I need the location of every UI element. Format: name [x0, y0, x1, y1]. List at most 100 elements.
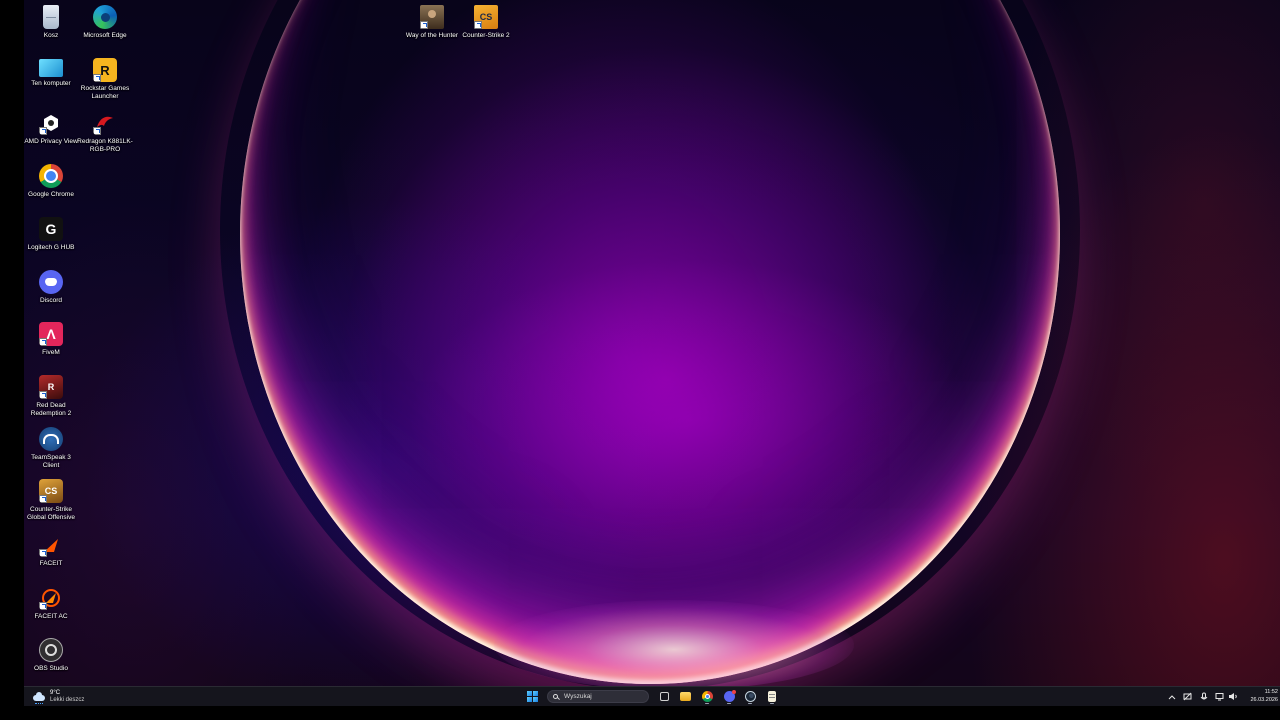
- csgo-icon: CS: [39, 479, 63, 503]
- faceit-icon: [39, 533, 63, 557]
- shortcut-arrow-icon: [39, 495, 47, 503]
- desktop-icon-label: AMD Privacy View: [24, 138, 78, 145]
- desktop-icon-way-of-the-hunter[interactable]: Way of the Hunter: [403, 2, 461, 40]
- shortcut-arrow-icon: [39, 602, 47, 610]
- file-explorer-icon: [679, 692, 691, 701]
- wallpaper-orb-highlight: [494, 600, 854, 686]
- taskbar: 9°C Lekki deszcz Wyszukaj 11:52 26.03.20…: [24, 686, 1280, 706]
- logitech-icon: G: [39, 217, 63, 241]
- chrome-icon: [701, 691, 713, 702]
- screen-bottom-border: [0, 706, 1280, 720]
- rdr2-icon: R: [39, 375, 63, 399]
- chevron-up-icon[interactable]: [1166, 691, 1177, 702]
- volume-icon[interactable]: [1227, 691, 1238, 702]
- desktop-icon-teamspeak[interactable]: TeamSpeak 3 Client: [22, 424, 80, 469]
- desktop-icon-google-chrome[interactable]: Google Chrome: [22, 161, 80, 199]
- wallpaper: [24, 0, 1280, 686]
- desktop-icon-redragon[interactable]: Redragon K881LK-RGB-PRO: [76, 108, 134, 153]
- weather-description: Lekki deszcz: [50, 696, 85, 703]
- discord-icon: [723, 690, 736, 702]
- taskbar-app-discord[interactable]: [721, 689, 737, 704]
- weather-text: 9°C Lekki deszcz: [50, 690, 84, 704]
- chrome-icon: [39, 164, 63, 188]
- desktop-icon-csgo[interactable]: CS Counter-Strike Global Offensive: [22, 476, 80, 521]
- start-button[interactable]: [524, 689, 540, 704]
- redragon-icon: [93, 111, 117, 135]
- desktop-icon-label: Counter-Strike Global Offensive: [27, 506, 75, 521]
- desktop-icon-label: TeamSpeak 3 Client: [31, 454, 71, 469]
- teamspeak-icon: [39, 427, 63, 451]
- network-icon[interactable]: [1182, 691, 1193, 702]
- windows-start-icon: [526, 691, 538, 702]
- desktop-icon-fivem[interactable]: Λ FiveM: [22, 319, 80, 357]
- monitor-icon: [39, 59, 63, 77]
- rockstar-icon: R: [93, 58, 117, 82]
- fivem-icon: Λ: [39, 322, 63, 346]
- desktop-icon-rockstar-games-launcher[interactable]: R Rockstar Games Launcher: [76, 55, 134, 100]
- amd-privacy-icon: [39, 111, 63, 135]
- discord-icon: [39, 270, 63, 294]
- desktop-icon-label: Google Chrome: [28, 191, 74, 198]
- rain-cloud-icon: [32, 691, 46, 704]
- desktop-icon-logitech-g-hub[interactable]: G Logitech G HUB: [22, 214, 80, 252]
- desktop-icon-red-dead-redemption-2[interactable]: R Red Dead Redemption 2: [22, 372, 80, 417]
- desktop-icon-amd-privacy-view[interactable]: AMD Privacy View: [22, 108, 80, 146]
- desktop-icon-label: Logitech G HUB: [27, 244, 75, 251]
- weather-widget[interactable]: 9°C Lekki deszcz: [32, 689, 84, 704]
- desktop-icon-label: Kosz: [43, 32, 59, 39]
- clock[interactable]: 11:52 26.03.2026: [1248, 689, 1278, 704]
- microphone-icon[interactable]: [1198, 691, 1209, 702]
- desktop-icon-label: Way of the Hunter: [405, 32, 459, 39]
- desktop-icon-faceit[interactable]: FACEIT: [22, 530, 80, 568]
- steam-icon: [744, 691, 756, 702]
- way-of-the-hunter-icon: [420, 5, 444, 29]
- notepad-icon: [768, 691, 776, 702]
- desktop-icon-faceit-ac[interactable]: FACEIT AC: [22, 583, 80, 621]
- taskbar-app-file-explorer[interactable]: [677, 689, 693, 704]
- desktop-icon-label: OBS Studio: [34, 665, 68, 672]
- shortcut-arrow-icon: [39, 127, 47, 135]
- desktop-screen: Kosz Ten komputer AMD Privacy View Googl…: [0, 0, 1280, 720]
- edge-icon: [93, 5, 117, 29]
- shortcut-arrow-icon: [420, 21, 428, 29]
- cs2-icon: CS: [474, 5, 498, 29]
- wallpaper-orb: [240, 0, 1060, 684]
- faceit-ac-icon: [39, 586, 63, 610]
- clock-date: 26.03.2026: [1250, 696, 1278, 703]
- desktop-icon-label: Microsoft Edge: [83, 32, 127, 39]
- search-placeholder: Wyszukaj: [564, 693, 592, 700]
- desktop-icon-this-pc[interactable]: Ten komputer: [22, 55, 80, 88]
- desktop-icon-microsoft-edge[interactable]: Microsoft Edge: [76, 2, 134, 40]
- desktop-icon-counter-strike-2[interactable]: CS Counter-Strike 2: [457, 2, 515, 40]
- shortcut-arrow-icon: [474, 21, 482, 29]
- desktop-icon-label: Discord: [39, 297, 63, 304]
- desktop-icon-label: Ten komputer: [31, 80, 71, 87]
- desktop-icon-obs-studio[interactable]: OBS Studio: [22, 635, 80, 673]
- desktop-icon-discord[interactable]: Discord: [22, 267, 80, 305]
- obs-icon: [39, 638, 63, 662]
- taskbar-app-notepad[interactable]: [764, 689, 780, 704]
- shortcut-arrow-icon: [39, 391, 47, 399]
- search-input[interactable]: Wyszukaj: [547, 690, 649, 703]
- desktop-icon-label: Rockstar Games Launcher: [80, 85, 130, 100]
- clock-time: 11:52: [1264, 689, 1278, 695]
- shortcut-arrow-icon: [93, 127, 101, 135]
- shortcut-arrow-icon: [39, 549, 47, 557]
- shortcut-arrow-icon: [39, 338, 47, 346]
- display-icon[interactable]: [1214, 691, 1225, 702]
- desktop-icon-label: FACEIT: [39, 560, 63, 567]
- desktop-icon-label: Red Dead Redemption 2: [30, 402, 72, 417]
- desktop-icon-label: Redragon K881LK-RGB-PRO: [77, 138, 133, 153]
- taskbar-app-google-chrome[interactable]: [699, 689, 715, 704]
- weather-temperature: 9°C: [50, 689, 61, 696]
- desktop-icon-label: Counter-Strike 2: [462, 32, 510, 39]
- desktop-icon-label: FACEIT AC: [34, 613, 68, 620]
- desktop-icon-label: FiveM: [42, 349, 60, 356]
- taskbar-app-steam[interactable]: [742, 689, 758, 704]
- recycle-bin-icon: [43, 5, 59, 29]
- desktop-icon-recycle-bin[interactable]: Kosz: [22, 2, 80, 40]
- search-icon: [553, 693, 559, 700]
- task-view-icon: [659, 692, 669, 701]
- taskbar-app-task-view[interactable]: [656, 689, 672, 704]
- shortcut-arrow-icon: [93, 74, 101, 82]
